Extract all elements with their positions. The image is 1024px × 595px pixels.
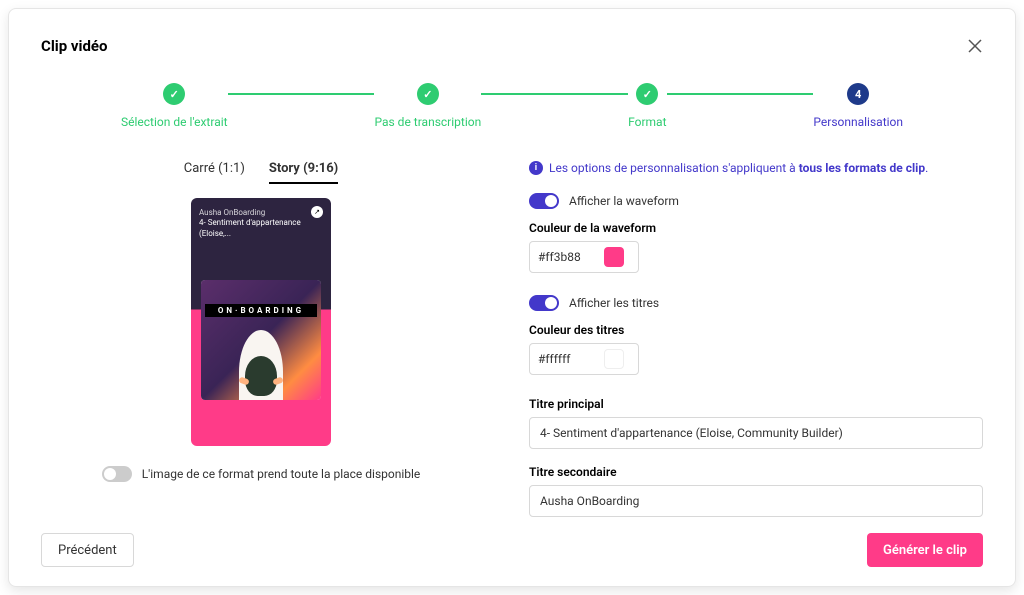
clip-video-modal: Clip vidéo ✓ Sélection de l'extrait ✓ Pa…: [8, 8, 1016, 587]
preview-text: Ausha OnBoarding 4- Sentiment d'apparten…: [199, 208, 323, 239]
check-icon: ✓: [417, 83, 439, 105]
right-panel: i Les options de personnalisation s'appl…: [529, 161, 983, 521]
preview-line2: 4- Sentiment d'appartenance (Eloise,...: [199, 218, 323, 239]
main-title-input[interactable]: [529, 417, 983, 449]
step-transcription: ✓ Pas de transcription: [374, 83, 481, 129]
tab-story[interactable]: Story (9:16): [269, 161, 338, 184]
main-title-group: Titre principal: [529, 397, 983, 449]
step-format: ✓ Format: [628, 83, 666, 129]
waveform-toggle-row: Afficher la waveform: [529, 193, 983, 209]
info-icon: i: [529, 161, 543, 175]
info-prefix: Les options de personnalisation s'appliq…: [549, 161, 799, 175]
preview-line1: Ausha OnBoarding: [199, 208, 323, 218]
waveform-color-input[interactable]: [538, 250, 598, 264]
step-line: [228, 93, 375, 95]
step-line: [667, 93, 814, 95]
fullsize-toggle-label: L'image de ce format prend toute la plac…: [142, 467, 421, 481]
stepper: ✓ Sélection de l'extrait ✓ Pas de transc…: [41, 83, 983, 129]
titles-color-label: Couleur des titres: [529, 323, 983, 337]
step-personnalisation: 4 Personnalisation: [813, 83, 903, 129]
info-bold: tous les formats de clip: [799, 161, 925, 175]
format-tabs: Carré (1:1) Story (9:16): [184, 161, 338, 184]
check-icon: ✓: [163, 83, 185, 105]
modal-title: Clip vidéo: [41, 37, 108, 55]
step-line: [481, 93, 628, 95]
secondary-title-input[interactable]: [529, 485, 983, 517]
waveform-toggle[interactable]: [529, 193, 559, 209]
titles-toggle[interactable]: [529, 295, 559, 311]
titles-toggle-label: Afficher les titres: [569, 296, 659, 310]
titles-color-input[interactable]: [538, 352, 598, 366]
step-label: Personnalisation: [813, 115, 903, 129]
clip-preview: ↗ Ausha OnBoarding 4- Sentiment d'appart…: [191, 198, 331, 446]
step-label: Pas de transcription: [374, 115, 481, 129]
left-panel: Carré (1:1) Story (9:16) ↗ Ausha OnBoard…: [41, 161, 481, 521]
fullsize-toggle-row: L'image de ce format prend toute la plac…: [102, 466, 421, 482]
waveform-color-label: Couleur de la waveform: [529, 221, 983, 235]
close-icon[interactable]: [967, 38, 983, 54]
prev-button[interactable]: Précédent: [41, 533, 134, 567]
step-number: 4: [847, 83, 869, 105]
waveform-swatch[interactable]: [604, 247, 624, 267]
titles-color-group: Couleur des titres: [529, 323, 983, 375]
preview-cover: ON·BOARDING: [201, 280, 321, 400]
modal-body: Carré (1:1) Story (9:16) ↗ Ausha OnBoard…: [41, 161, 983, 521]
info-suffix: .: [925, 161, 928, 175]
modal-header: Clip vidéo: [41, 37, 983, 55]
onboarding-text: ON·BOARDING: [205, 304, 317, 317]
info-banner: i Les options de personnalisation s'appl…: [529, 161, 983, 175]
titles-color-input-wrap: [529, 343, 639, 375]
waveform-color-group: Couleur de la waveform: [529, 221, 983, 273]
info-text: Les options de personnalisation s'appliq…: [549, 161, 928, 175]
main-title-label: Titre principal: [529, 397, 983, 411]
fullsize-toggle[interactable]: [102, 466, 132, 482]
modal-footer: Précédent Générer le clip: [41, 521, 983, 567]
titles-toggle-row: Afficher les titres: [529, 295, 983, 311]
titles-swatch[interactable]: [604, 349, 624, 369]
step-label: Format: [628, 115, 666, 129]
step-label: Sélection de l'extrait: [121, 115, 228, 129]
tab-carre[interactable]: Carré (1:1): [184, 161, 245, 184]
step-selection: ✓ Sélection de l'extrait: [121, 83, 228, 129]
waveform-color-input-wrap: [529, 241, 639, 273]
generate-button[interactable]: Générer le clip: [867, 533, 983, 567]
check-icon: ✓: [636, 83, 658, 105]
secondary-title-group: Titre secondaire: [529, 465, 983, 517]
waveform-toggle-label: Afficher la waveform: [569, 194, 679, 208]
secondary-title-label: Titre secondaire: [529, 465, 983, 479]
